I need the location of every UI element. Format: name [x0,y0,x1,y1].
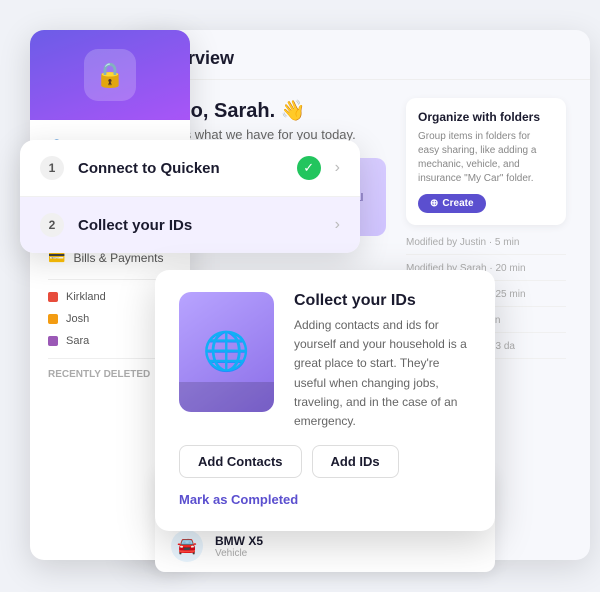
folder-label: Sara [66,335,89,347]
bmw-icon: 🚘 [171,530,203,562]
sidebar-divider-2 [48,279,172,280]
passport-illustration: 🌐 [179,292,274,412]
chevron-right-icon: › [335,159,340,177]
add-ids-button[interactable]: Add IDs [312,445,399,478]
check-completed-icon: ✓ [297,156,321,180]
create-label: Create [442,198,473,209]
folder-color-dot [48,292,58,302]
folder-color-dot [48,336,58,346]
create-button[interactable]: ⊕ Create [418,194,486,213]
lock-icon-container: 🔒 [84,49,136,101]
checklist-number-2: 2 [40,213,64,237]
chevron-right-icon-2: › [335,216,340,234]
detail-content: Collect your IDs Adding contacts and ids… [294,292,471,431]
lock-icon: 🔒 [95,61,125,90]
globe-icon: 🌐 [203,330,250,374]
bmw-info: BMW X5 Vehicle [215,534,479,559]
folder-label: Josh [66,313,89,325]
checklist-item-2[interactable]: 2 Collect your IDs › [20,197,360,253]
bmw-type: Vehicle [215,548,479,559]
modified-row: Modified by Justin · 5 min [406,237,566,255]
checklist-panel: 1 Connect to Quicken ✓ › 2 Collect your … [20,140,360,253]
bg-window-header: Overview [130,30,590,80]
add-contacts-button[interactable]: Add Contacts [179,445,302,478]
folder-label: Kirkland [66,291,106,303]
checkmark-icon: ✓ [303,160,314,176]
sidebar-header: 🔒 [30,30,190,120]
bmw-name: BMW X5 [215,534,479,548]
folder-color-dot [48,314,58,324]
checklist-label-1: Connect to Quicken [78,160,283,177]
detail-desc: Adding contacts and ids for yourself and… [294,316,471,431]
plus-icon: ⊕ [430,198,438,209]
organize-card: Organize with folders Group items in fol… [406,98,566,225]
sidebar-divider-3 [48,358,172,359]
checklist-label-2: Collect your IDs [78,217,321,234]
checklist-number-1: 1 [40,156,64,180]
checklist-item-1[interactable]: 1 Connect to Quicken ✓ › [20,140,360,197]
detail-top: 🌐 Collect your IDs Adding contacts and i… [179,292,471,431]
detail-popup: 🌐 Collect your IDs Adding contacts and i… [155,270,495,531]
detail-title: Collect your IDs [294,292,471,310]
organize-text: Group items in folders for easy sharing,… [418,130,554,186]
organize-title: Organize with folders [418,110,554,124]
passport-shadow [179,382,274,412]
detail-actions: Add Contacts Add IDs [179,445,471,478]
mark-completed-button[interactable]: Mark as Completed [179,488,298,511]
